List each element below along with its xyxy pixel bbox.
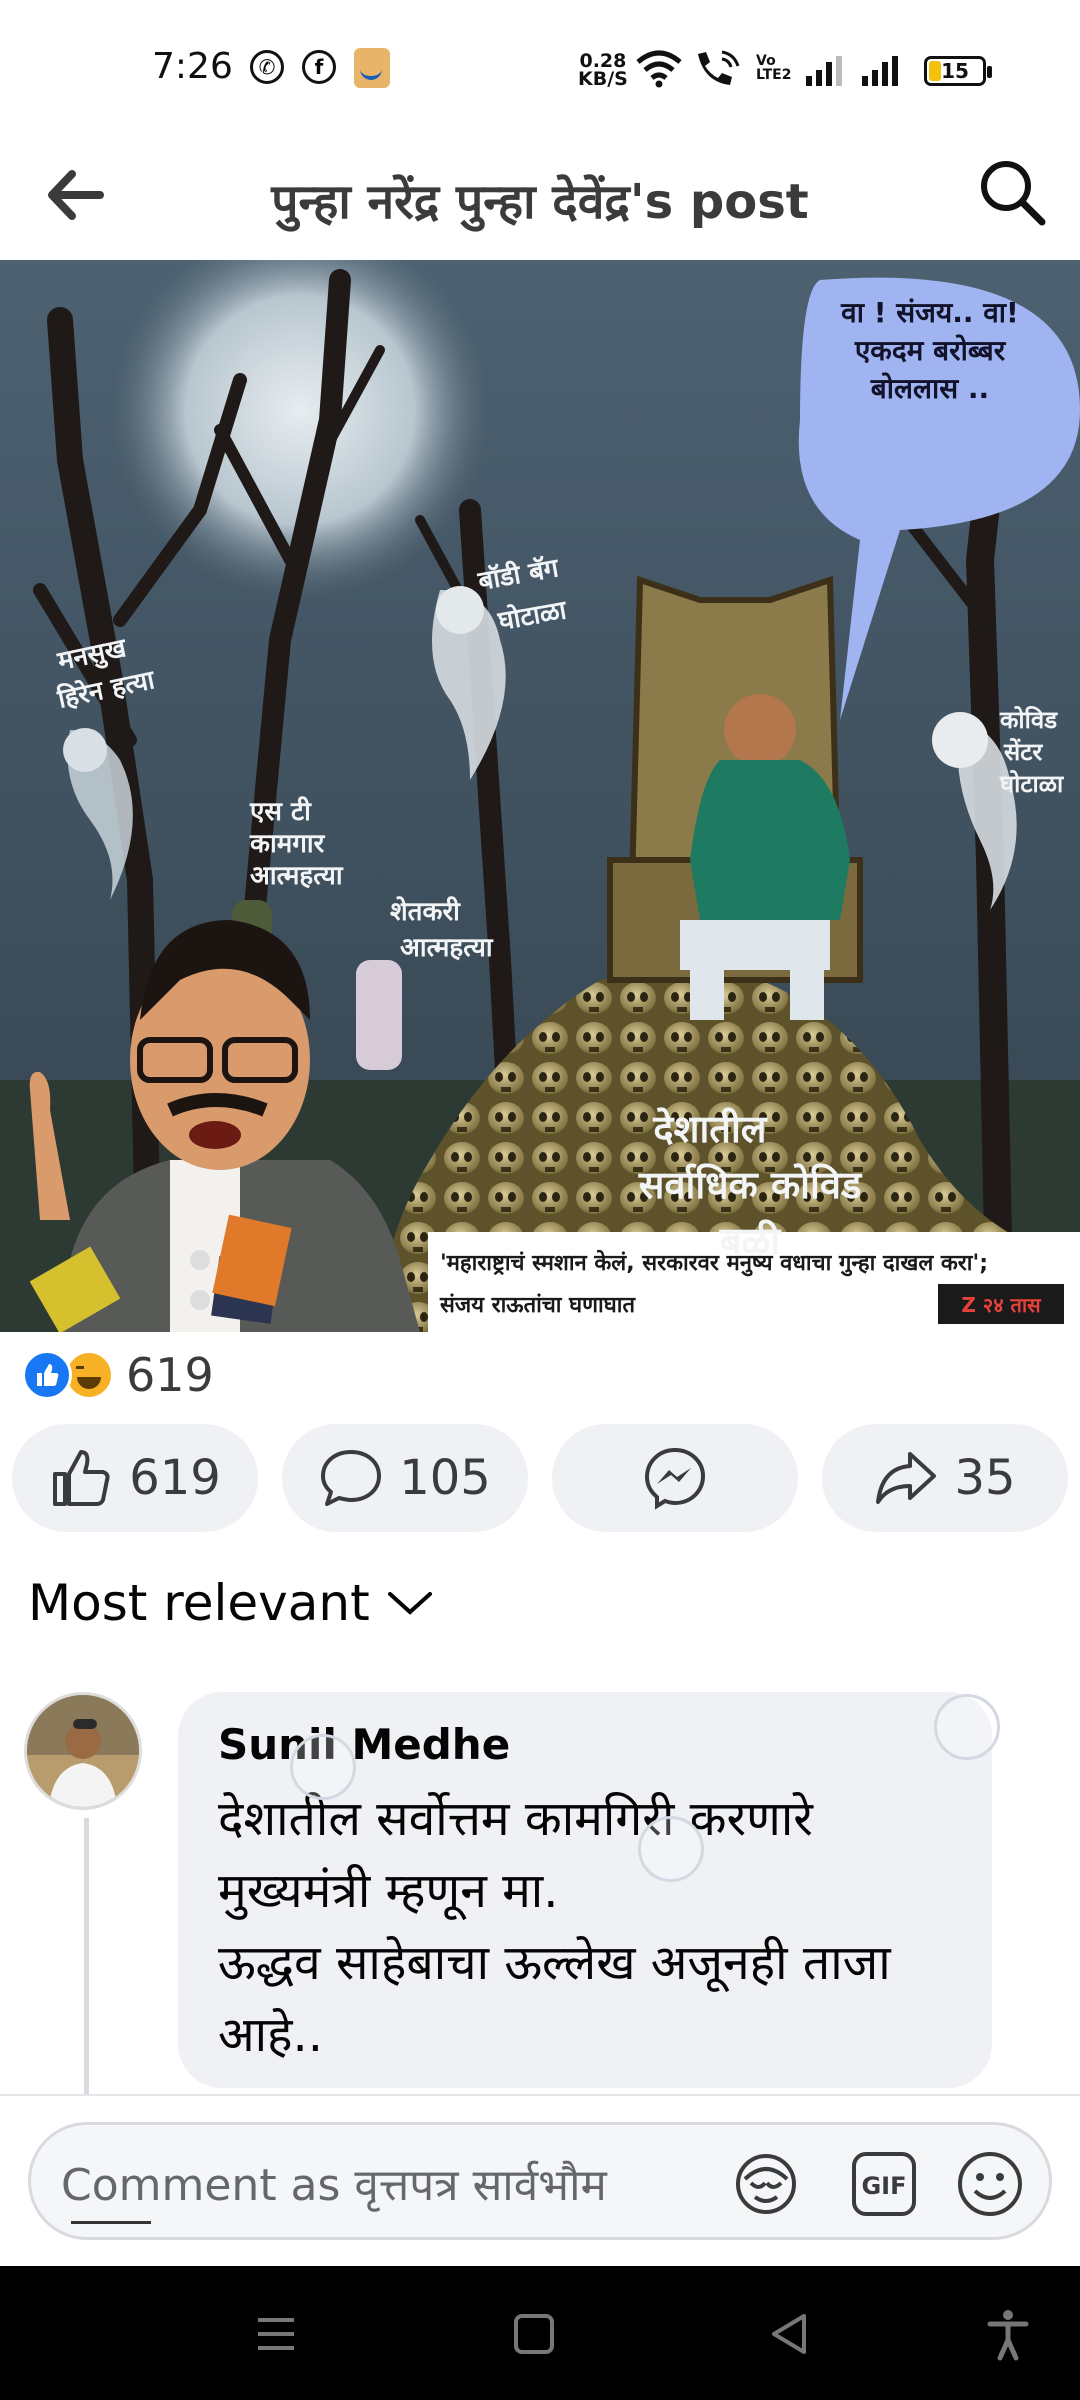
signal-sim1-icon <box>806 54 842 86</box>
bubble-line-3: बोललास .. <box>870 372 989 405</box>
label-st-3: आत्महत्या <box>250 861 344 891</box>
status-time: 7:26 <box>152 46 233 87</box>
like-button[interactable]: 619 <box>12 1424 258 1532</box>
label-covid-2: सेंटर <box>1003 738 1043 766</box>
like-reaction-icon <box>22 1350 72 1400</box>
cursor-underline <box>71 2221 151 2224</box>
wifi-icon <box>636 48 682 96</box>
wifi-calling-icon <box>692 48 744 96</box>
label-covid-1: कोविड <box>999 706 1058 734</box>
caption-line-1: 'महाराष्ट्राचं स्मशान केलं, सरकारवर मनुष… <box>440 1249 988 1277</box>
touch-indicator <box>290 1734 356 1800</box>
comment-composer-area: Comment as वृत्तपत्र सार्वभौम GIF <box>0 2094 1080 2266</box>
comment-input[interactable]: Comment as वृत्तपत्र सार्वभौम GIF <box>28 2122 1052 2240</box>
back-triangle-icon[interactable] <box>762 2306 818 2362</box>
status-bar: 7:26 ✆ f 0.28 KB/S Vo LTE2 15 <box>0 0 1080 130</box>
label-farmer-2: आत्महत्या <box>400 933 494 963</box>
touch-indicator <box>638 1816 704 1882</box>
search-icon[interactable] <box>972 152 1052 232</box>
comment-placeholder: Comment as वृत्तपत्र सार्वभौम <box>61 2160 607 2211</box>
network-speed-unit: KB/S <box>578 68 628 90</box>
like-count: 619 <box>129 1450 221 1506</box>
facebook-icon: f <box>302 50 336 84</box>
label-covid-3: घोटाळा <box>999 770 1064 798</box>
comment-button[interactable]: 105 <box>282 1424 528 1532</box>
back-arrow-icon[interactable] <box>40 160 110 230</box>
volte-bottom: LTE2 <box>756 67 792 83</box>
home-square-icon[interactable] <box>506 2306 562 2362</box>
accessibility-icon[interactable] <box>980 2306 1036 2362</box>
post-actions: 619 105 35 <box>12 1424 1068 1532</box>
post-image[interactable]: वा ! संजय.. वा! एकदम बरोब्बर बोललास .. म… <box>0 260 1080 1332</box>
network-speed: 0.28 KB/S <box>578 52 628 90</box>
thread-line <box>84 1818 89 2094</box>
signal-sim2-icon <box>862 54 898 86</box>
chevron-down-icon <box>387 1592 432 1615</box>
emoji-icon[interactable] <box>955 2149 1025 2219</box>
bubble-line-2: एकदम बरोब्बर <box>854 334 1007 367</box>
volte-indicator: Vo LTE2 <box>756 54 791 82</box>
label-farmer-1: शेतकरी <box>390 896 461 927</box>
menu-icon[interactable] <box>248 2306 304 2362</box>
thumbs-up-icon <box>53 1450 110 1506</box>
touch-indicator <box>934 1694 1000 1760</box>
messenger-icon <box>644 1447 706 1510</box>
share-count: 35 <box>954 1450 1016 1506</box>
label-st-2: कामगार <box>249 829 326 859</box>
share-button[interactable]: 35 <box>822 1424 1068 1532</box>
sort-label: Most relevant <box>28 1574 370 1632</box>
battery-icon: 15 <box>924 56 992 86</box>
amazon-icon <box>354 48 390 88</box>
comment-text: देशातील सर्वोत्तम कामगिरी करणारे मुख्यमं… <box>218 1791 891 2063</box>
caption-line-2: संजय राऊतांचा घणाघात <box>439 1293 636 1318</box>
bubble-line-1: वा ! संजय.. वा! <box>840 296 1019 329</box>
comment-count: 105 <box>399 1450 491 1506</box>
system-nav-bar <box>0 2266 1080 2400</box>
label-pile-2: सर्वाधिक कोविड <box>638 1163 863 1207</box>
comment-bubble-icon <box>321 1450 382 1506</box>
comment-sort-dropdown[interactable]: Most relevant <box>28 1574 434 1632</box>
whatsapp-icon: ✆ <box>250 50 284 84</box>
battery-level: 15 <box>941 59 969 83</box>
share-arrow-icon <box>876 1452 937 1504</box>
volte-top: Vo <box>756 53 776 69</box>
messenger-send-button[interactable] <box>552 1424 798 1532</box>
reactions-summary[interactable]: 619 <box>22 1344 214 1406</box>
cartoon-illustration: वा ! संजय.. वा! एकदम बरोब्बर बोललास .. म… <box>0 260 1080 1332</box>
gif-icon[interactable]: GIF <box>849 2149 919 2219</box>
avatar-sticker-icon[interactable] <box>731 2149 801 2219</box>
label-st-1: एस टी <box>249 796 312 827</box>
app-header: पुन्हा नरेंद्र पुन्हा देवेंद्र's post <box>0 130 1080 260</box>
avatar[interactable] <box>24 1692 142 1810</box>
watermark-text: Z २४ तास <box>961 1293 1042 1317</box>
label-pile-1: देशातील <box>652 1107 767 1151</box>
reaction-count: 619 <box>126 1348 214 1402</box>
page-title: पुन्हा नरेंद्र पुन्हा देवेंद्र's post <box>271 174 809 230</box>
svg-text:GIF: GIF <box>861 2172 906 2200</box>
